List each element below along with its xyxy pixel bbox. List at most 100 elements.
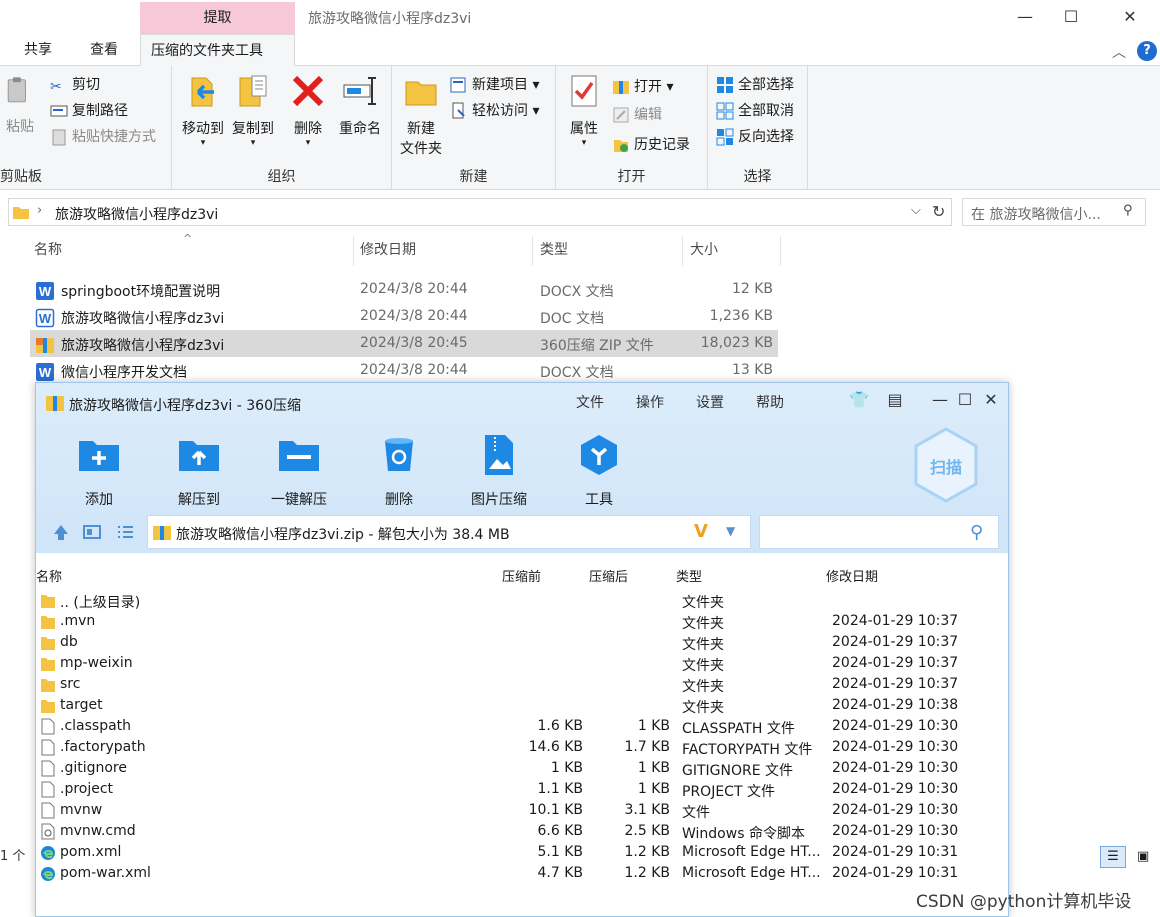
up-arrow-icon[interactable] bbox=[50, 521, 72, 543]
image-compress-icon bbox=[485, 435, 513, 475]
easy-access-button[interactable]: 轻松访问 ▾ bbox=[450, 100, 539, 122]
cut-button[interactable]: ✂ 剪切 bbox=[50, 74, 100, 96]
scan-button[interactable]: 扫描 bbox=[912, 427, 980, 503]
zip-entry-row[interactable]: .classpath 1.6 KB 1 KB CLASSPATH 文件 2024-01-… bbox=[36, 717, 1008, 738]
zip-entry-row[interactable]: pom.xml 5.1 KB 1.2 KB Microsoft Edge HT... 2… bbox=[36, 843, 1008, 864]
one-click-extract-button[interactable]: 一键解压 bbox=[259, 433, 339, 509]
minimize-button[interactable]: — bbox=[1010, 6, 1040, 28]
dropdown-arrow-icon[interactable]: ▼ bbox=[726, 524, 735, 538]
file-row[interactable]: Wspringboot环境配置说明 2024/3/8 20:44 DOCX 文档 12… bbox=[30, 276, 778, 303]
menu-settings[interactable]: 设置 bbox=[696, 392, 724, 412]
file-row[interactable]: 旅游攻略微信小程序dz3vi 2024/3/8 20:45 360压缩 ZIP 文件… bbox=[30, 330, 778, 357]
zip-entry-row[interactable]: mp-weixin 文件夹 2024-01-29 10:37 bbox=[36, 654, 1008, 675]
menu-file[interactable]: 文件 bbox=[576, 392, 604, 412]
zip-entry-row[interactable]: .factorypath 14.6 KB 1.7 KB FACTORYPATH 文件 2… bbox=[36, 738, 1008, 759]
zip-column-type[interactable]: 类型 bbox=[676, 566, 702, 585]
entry-type: 文件夹 bbox=[682, 700, 724, 716]
context-tab-extract[interactable]: 提取 bbox=[140, 2, 295, 34]
zip-entry-row[interactable]: mvnw 10.1 KB 3.1 KB 文件 2024-01-29 10:30 bbox=[36, 801, 1008, 822]
tools-button[interactable]: 工具 bbox=[559, 433, 639, 509]
vip-v-icon[interactable]: V bbox=[694, 521, 708, 542]
maximize-button[interactable]: ☐ bbox=[1056, 6, 1086, 28]
file-icon bbox=[40, 781, 56, 798]
paste-shortcut-button[interactable]: 粘贴快捷方式 bbox=[50, 126, 156, 148]
open-button[interactable]: 打开 ▾ bbox=[612, 76, 673, 98]
properties-button[interactable]: 属性 ▾ bbox=[564, 72, 604, 148]
zip-entry-row[interactable]: src 文件夹 2024-01-29 10:37 bbox=[36, 675, 1008, 696]
chevron-down-icon[interactable]: ⌵ bbox=[911, 203, 921, 218]
menu-operate[interactable]: 操作 bbox=[636, 392, 664, 412]
zip-entry-row[interactable]: .project 1.1 KB 1 KB PROJECT 文件 2024-01-29 1… bbox=[36, 780, 1008, 801]
menu-help[interactable]: 帮助 bbox=[756, 392, 784, 412]
help-icon[interactable]: ? bbox=[1137, 41, 1157, 61]
column-divider[interactable] bbox=[353, 236, 354, 266]
entry-name: mp-weixin bbox=[60, 655, 133, 671]
collapse-ribbon-icon[interactable]: ︿ bbox=[1112, 42, 1126, 62]
paste-button[interactable]: 粘贴 bbox=[2, 72, 38, 136]
tab-share[interactable]: 共享 bbox=[14, 34, 62, 66]
column-date[interactable]: 修改日期 bbox=[360, 232, 416, 268]
zip-maximize-button[interactable]: ☐ bbox=[954, 389, 976, 411]
new-folder-button[interactable]: 新建 文件夹 bbox=[398, 72, 444, 158]
refresh-icon[interactable]: ↻ bbox=[932, 202, 945, 221]
zip-column-before[interactable]: 压缩前 bbox=[502, 566, 541, 585]
extract-to-button[interactable]: 解压到 bbox=[159, 433, 239, 509]
edit-button[interactable]: 编辑 bbox=[612, 104, 662, 126]
copy-to-button[interactable]: 复制到 ▾ bbox=[228, 72, 278, 148]
column-divider[interactable] bbox=[682, 236, 683, 266]
zip-column-after[interactable]: 压缩后 bbox=[589, 566, 628, 585]
column-divider[interactable] bbox=[780, 236, 781, 266]
select-all-button[interactable]: 全部选择 bbox=[716, 74, 794, 96]
breadcrumb[interactable]: 旅游攻略微信小程序dz3vi bbox=[55, 204, 218, 224]
tab-compressed-folder-tools[interactable]: 压缩的文件夹工具 bbox=[140, 34, 295, 67]
column-type[interactable]: 类型 bbox=[540, 232, 568, 268]
zip-search-input[interactable]: ⚲ bbox=[759, 515, 999, 549]
zip-entry-row[interactable]: mvnw.cmd 6.6 KB 2.5 KB Windows 命令脚本 2024-01-… bbox=[36, 822, 1008, 843]
entry-size-after: 1 KB bbox=[637, 718, 670, 734]
entry-size-after: 2.5 KB bbox=[624, 823, 671, 839]
zip-entry-row[interactable]: .mvn 文件夹 2024-01-29 10:37 bbox=[36, 612, 1008, 633]
rename-button[interactable]: 重命名 bbox=[334, 72, 386, 138]
column-size[interactable]: 大小 bbox=[690, 232, 718, 268]
entry-date: 2024-01-29 10:30 bbox=[832, 823, 959, 839]
details-view-icon[interactable]: ☰ bbox=[1100, 846, 1126, 868]
move-to-button[interactable]: 移动到 ▾ bbox=[178, 72, 228, 148]
thumbnail-view-icon[interactable] bbox=[81, 521, 103, 543]
thumbnail-view-icon[interactable]: ▣ bbox=[1130, 847, 1156, 869]
zip-entry-row[interactable]: db 文件夹 2024-01-29 10:37 bbox=[36, 633, 1008, 654]
column-name[interactable]: 名称 bbox=[34, 232, 62, 268]
file-row[interactable]: W 旅游攻略微信小程序dz3vi 2024/3/8 20:44 DOC 文档 1,236… bbox=[30, 303, 778, 330]
list-view-icon[interactable] bbox=[114, 521, 136, 543]
file-size: 18,023 KB bbox=[700, 335, 773, 351]
feedback-icon[interactable]: ▤ bbox=[884, 389, 906, 411]
paste-shortcut-icon bbox=[52, 129, 66, 146]
entry-size-after: 1 KB bbox=[637, 760, 670, 776]
file-row[interactable]: W 微信小程序开发文档 2024/3/8 20:44 DOCX 文档 13 KB bbox=[30, 357, 778, 384]
close-button[interactable]: ✕ bbox=[1115, 6, 1145, 28]
image-compress-button[interactable]: 图片压缩 bbox=[459, 433, 539, 509]
address-bar[interactable]: › 旅游攻略微信小程序dz3vi ⌵ bbox=[8, 198, 952, 226]
tab-view[interactable]: 查看 bbox=[80, 34, 128, 66]
search-icon[interactable]: ⚲ bbox=[970, 522, 983, 543]
select-none-button[interactable]: 全部取消 bbox=[716, 100, 794, 122]
zip-entry-row[interactable]: target 文件夹 2024-01-29 10:38 bbox=[36, 696, 1008, 717]
zip-path-bar[interactable]: 旅游攻略微信小程序dz3vi.zip - 解包大小为 38.4 MB V ▼ bbox=[147, 515, 751, 549]
zip-entry-row[interactable]: .gitignore 1 KB 1 KB GITIGNORE 文件 2024-01-29… bbox=[36, 759, 1008, 780]
zip-delete-button[interactable]: 删除 bbox=[359, 433, 439, 509]
copy-path-button[interactable]: 复制路径 bbox=[50, 100, 128, 122]
zip-column-name[interactable]: 名称 bbox=[36, 566, 62, 585]
zip-close-button[interactable]: ✕ bbox=[980, 389, 1002, 411]
skin-icon[interactable]: 👕 bbox=[848, 389, 870, 411]
new-item-button[interactable]: 新建项目 ▾ bbox=[450, 74, 539, 96]
zip-column-date[interactable]: 修改日期 bbox=[826, 566, 878, 585]
add-button[interactable]: 添加 bbox=[59, 433, 139, 509]
search-input[interactable]: 在 旅游攻略微信小... ⚲ bbox=[962, 198, 1146, 226]
zip-minimize-button[interactable]: — bbox=[929, 389, 951, 411]
entry-type: FACTORYPATH 文件 bbox=[682, 742, 813, 758]
zip-entry-row[interactable]: .. (上级目录) 文件夹 bbox=[36, 591, 1008, 612]
invert-selection-button[interactable]: 反向选择 bbox=[716, 126, 794, 148]
column-divider[interactable] bbox=[532, 236, 533, 266]
delete-button[interactable]: 删除 ▾ bbox=[286, 72, 330, 148]
history-button[interactable]: 历史记录 bbox=[612, 134, 690, 156]
zip-entry-row[interactable]: pom-war.xml 4.7 KB 1.2 KB Microsoft Edge HT… bbox=[36, 864, 1008, 885]
